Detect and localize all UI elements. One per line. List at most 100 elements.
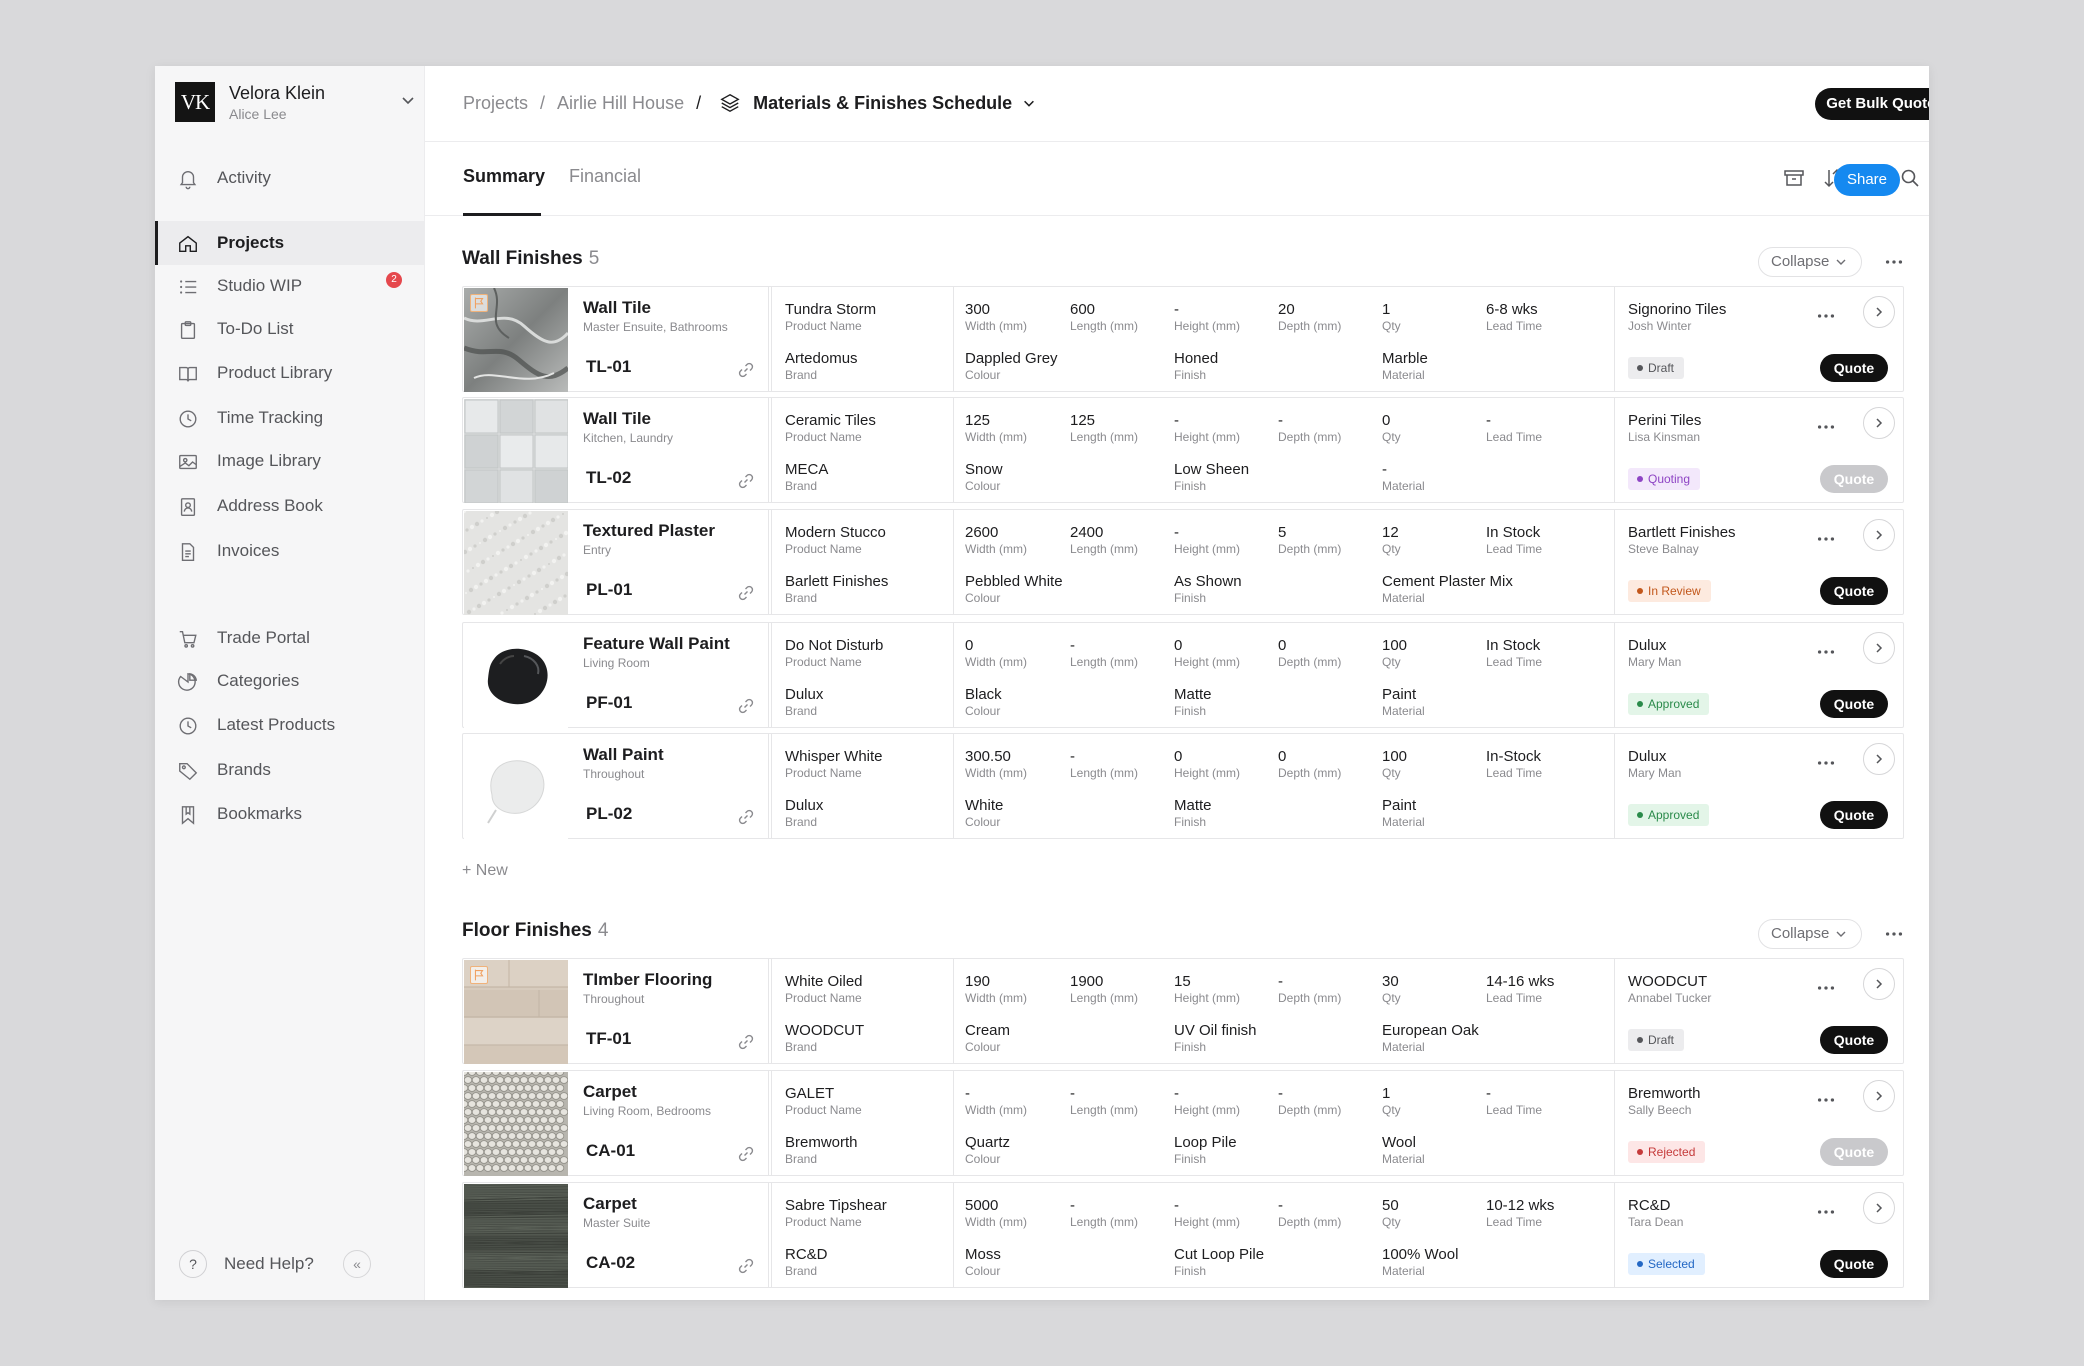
product-thumbnail[interactable] [464,624,568,728]
item-cell[interactable]: Carpet Living Room, Bedrooms CA-01 [583,1071,769,1175]
link-icon[interactable] [737,808,755,826]
sidebar-item-image-library[interactable]: Image Library [155,439,425,483]
supplier-name[interactable]: Bartlett Finishes [1628,524,1736,541]
length-label: Length (mm) [1070,991,1139,1005]
quote-button[interactable]: Quote [1820,577,1888,605]
table-row[interactable]: Wall Paint Throughout PL-02 Whisper White Pr… [462,733,1904,839]
sidebar-item-address-book[interactable]: Address Book [155,484,425,528]
more-icon[interactable] [1815,1201,1837,1223]
quote-button[interactable]: Quote [1820,1026,1888,1054]
breadcrumb-projects[interactable]: Projects [463,93,528,114]
link-icon[interactable] [737,584,755,602]
quote-button[interactable]: Quote [1820,354,1888,382]
share-button[interactable]: Share [1834,164,1900,196]
table-row[interactable]: Wall Tile Master Ensuite, Bathrooms TL-01 T… [462,286,1904,392]
link-icon[interactable] [737,472,755,490]
product-thumbnail[interactable] [464,511,568,615]
more-icon[interactable] [1815,752,1837,774]
chevron-down-icon[interactable] [1022,96,1036,110]
link-icon[interactable] [737,697,755,715]
item-cell[interactable]: Wall Tile Kitchen, Laundry TL-02 [583,398,769,502]
supplier-name[interactable]: Dulux [1628,637,1666,654]
quote-button[interactable]: Quote [1820,1250,1888,1278]
flag-icon[interactable] [470,966,488,984]
item-cell[interactable]: Wall Paint Throughout PL-02 [583,734,769,838]
sidebar-item-latest-products[interactable]: Latest Products [155,703,425,747]
tab-summary[interactable]: Summary [463,166,545,187]
link-icon[interactable] [737,1257,755,1275]
sidebar-item-brands[interactable]: Brands [155,748,425,792]
link-icon[interactable] [737,361,755,379]
more-icon[interactable] [1815,416,1837,438]
item-cell[interactable]: Feature Wall Paint Living Room PF-01 [583,623,769,727]
open-item-button[interactable] [1863,1080,1895,1112]
product-thumbnail[interactable] [464,960,568,1064]
sidebar-item-trade-portal[interactable]: Trade Portal [155,616,425,660]
sidebar-item-invoices[interactable]: Invoices [155,529,425,573]
product-thumbnail[interactable] [464,288,568,392]
item-cell[interactable]: Carpet Master Suite CA-02 [583,1183,769,1287]
workspace-switcher[interactable]: VK Velora Klein Alice Lee [175,82,415,134]
sidebar-item-activity[interactable]: Activity [155,156,425,200]
more-icon[interactable] [1815,977,1837,999]
quote-button[interactable]: Quote [1820,1138,1888,1166]
product-thumbnail[interactable] [464,1072,568,1176]
product-thumbnail[interactable] [464,399,568,503]
sidebar-item-projects[interactable]: Projects [155,221,425,265]
sidebar-item-studio-wip[interactable]: Studio WIP 2 [155,264,425,308]
more-icon[interactable] [1883,923,1905,945]
tab-financial[interactable]: Financial [569,166,641,187]
open-item-button[interactable] [1863,743,1895,775]
open-item-button[interactable] [1863,1192,1895,1224]
breadcrumb-current[interactable]: Materials & Finishes Schedule [753,93,1012,114]
open-item-button[interactable] [1863,519,1895,551]
table-row[interactable]: Feature Wall Paint Living Room PF-01 Do Not… [462,622,1904,728]
collapse-button[interactable]: Collapse [1758,247,1862,277]
link-icon[interactable] [737,1033,755,1051]
more-icon[interactable] [1815,305,1837,327]
supplier-name[interactable]: Signorino Tiles [1628,301,1726,318]
breadcrumb-project[interactable]: Airlie Hill House [557,93,684,114]
product-thumbnail[interactable] [464,1184,568,1288]
supplier-name[interactable]: RC&D [1628,1197,1671,1214]
quote-button[interactable]: Quote [1820,465,1888,493]
collapse-button[interactable]: Collapse [1758,919,1862,949]
sidebar-item-to-do-list[interactable]: To-Do List [155,307,425,351]
chevron-down-icon[interactable] [400,92,416,108]
more-icon[interactable] [1883,251,1905,273]
more-icon[interactable] [1815,641,1837,663]
item-cell[interactable]: Wall Tile Master Ensuite, Bathrooms TL-01 [583,287,769,391]
open-item-button[interactable] [1863,407,1895,439]
table-row[interactable]: Carpet Living Room, Bedrooms CA-01 GALET Pro… [462,1070,1904,1176]
table-row[interactable]: Wall Tile Kitchen, Laundry TL-02 Ceramic Ti… [462,397,1904,503]
open-item-button[interactable] [1863,632,1895,664]
sidebar-item-bookmarks[interactable]: Bookmarks [155,792,425,836]
collapse-sidebar-button[interactable]: « [343,1250,371,1278]
sidebar-item-time-tracking[interactable]: Time Tracking [155,396,425,440]
table-row[interactable]: Textured Plaster Entry PL-01 Modern Stucco P… [462,509,1904,615]
open-item-button[interactable] [1863,296,1895,328]
get-bulk-quotes-button[interactable]: Get Bulk Quotes [1815,88,1929,120]
more-icon[interactable] [1815,1089,1837,1111]
sidebar-item-categories[interactable]: Categories [155,659,425,703]
item-cell[interactable]: Textured Plaster Entry PL-01 [583,510,769,614]
supplier-name[interactable]: Dulux [1628,748,1666,765]
link-icon[interactable] [737,1145,755,1163]
sidebar-item-product-library[interactable]: Product Library [155,351,425,395]
item-cell[interactable]: TImber Flooring Throughout TF-01 [583,959,769,1063]
search-icon[interactable] [1898,166,1922,190]
quote-button[interactable]: Quote [1820,801,1888,829]
table-row[interactable]: Carpet Master Suite CA-02 Sabre Tipshear Pro… [462,1182,1904,1288]
supplier-name[interactable]: Bremworth [1628,1085,1701,1102]
archive-icon[interactable] [1782,166,1806,190]
quote-button[interactable]: Quote [1820,690,1888,718]
more-icon[interactable] [1815,528,1837,550]
product-thumbnail[interactable] [464,735,568,839]
add-new-item-link[interactable]: + New [462,862,508,880]
table-row[interactable]: TImber Flooring Throughout TF-01 White Oile… [462,958,1904,1064]
flag-icon[interactable] [470,294,488,312]
help-button[interactable]: ? Need Help? [179,1246,339,1280]
supplier-name[interactable]: Perini Tiles [1628,412,1701,429]
open-item-button[interactable] [1863,968,1895,1000]
supplier-name[interactable]: WOODCUT [1628,973,1707,990]
